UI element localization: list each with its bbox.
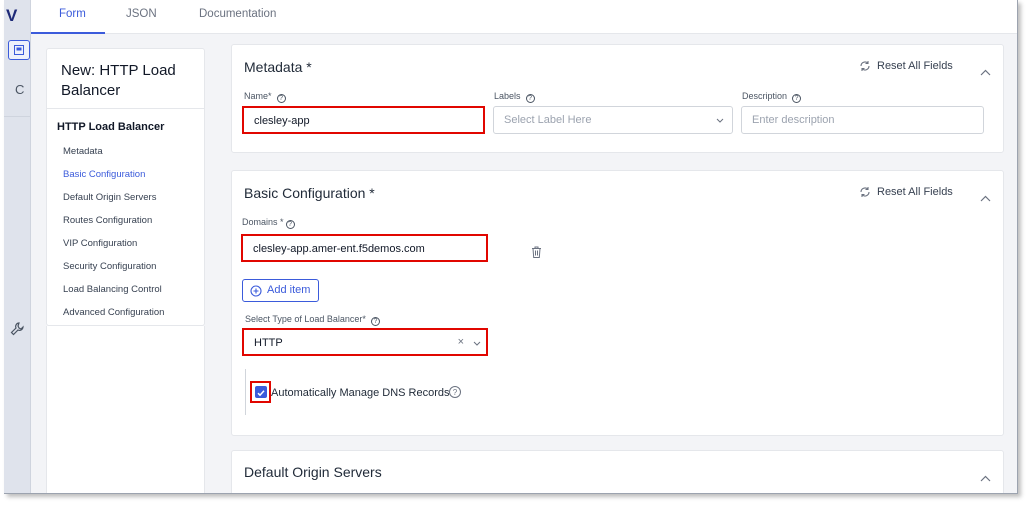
tab-form[interactable]: Form: [59, 8, 86, 20]
nav-item-basic-configuration[interactable]: Basic Configuration: [63, 169, 145, 180]
trash-icon[interactable]: [531, 245, 542, 263]
chevron-down-icon: [473, 341, 481, 346]
chevron-up-icon[interactable]: [980, 63, 991, 81]
reset-icon: [860, 61, 870, 71]
default-origin-servers-section: Default Origin Servers: [231, 450, 1004, 493]
reset-all-fields-button[interactable]: Reset All Fields: [860, 186, 953, 198]
description-label: Description?: [742, 91, 802, 103]
chevron-up-icon[interactable]: [980, 189, 991, 207]
nav-divider: [47, 108, 204, 109]
lb-type-value: HTTP: [254, 337, 283, 349]
nav-item-default-origin-servers[interactable]: Default Origin Servers: [63, 192, 156, 203]
plus-circle-icon: [250, 285, 262, 297]
basic-configuration-section: Basic Configuration * Reset All Fields D…: [231, 170, 1004, 436]
left-rail: V C: [4, 0, 31, 493]
nav-item-vip-configuration[interactable]: VIP Configuration: [63, 238, 137, 249]
window-icon: [14, 45, 24, 55]
add-item-label: Add item: [267, 284, 311, 296]
reset-icon: [860, 187, 870, 197]
labels-placeholder: Select Label Here: [504, 114, 592, 126]
tab-documentation[interactable]: Documentation: [199, 8, 276, 20]
metadata-section: Metadata * Reset All Fields Name*? clesl…: [231, 44, 1004, 153]
reset-all-fields-button[interactable]: Reset All Fields: [860, 60, 953, 72]
clear-icon[interactable]: ×: [458, 336, 464, 348]
active-tab-indicator: [31, 32, 105, 34]
section-title: Basic Configuration *: [244, 185, 375, 201]
lb-type-select[interactable]: HTTP ×: [242, 328, 488, 356]
domains-label: Domains *?: [242, 217, 295, 229]
group-divider: [245, 369, 246, 415]
tab-json[interactable]: JSON: [126, 8, 157, 20]
wrench-icon[interactable]: [10, 322, 24, 341]
dns-label[interactable]: Automatically Manage DNS Records: [271, 387, 450, 399]
help-icon: ?: [525, 94, 535, 103]
help-icon: ?: [285, 220, 295, 229]
section-title: Metadata *: [244, 59, 312, 75]
rail-home-button[interactable]: [8, 40, 30, 60]
nav-item-advanced-configuration[interactable]: Advanced Configuration: [63, 307, 164, 318]
section-title: Default Origin Servers: [244, 464, 382, 480]
help-icon: ?: [276, 94, 286, 103]
form-navigation: New: HTTP Load Balancer HTTP Load Balanc…: [46, 48, 205, 326]
chevron-down-icon: [716, 118, 724, 123]
page-title: New: HTTP Load Balancer: [61, 62, 176, 99]
chevron-up-icon[interactable]: [980, 469, 991, 487]
rail-item-letter[interactable]: C: [15, 82, 24, 97]
nav-section-title[interactable]: HTTP Load Balancer: [57, 121, 164, 133]
checkmark-icon: [255, 386, 267, 398]
rail-divider: [4, 116, 31, 117]
labels-label: Labels?: [494, 91, 535, 103]
nav-item-metadata[interactable]: Metadata: [63, 146, 103, 157]
nav-item-routes-configuration[interactable]: Routes Configuration: [63, 215, 152, 226]
nav-item-security-configuration[interactable]: Security Configuration: [63, 261, 156, 272]
sidebar-panel: [46, 326, 205, 493]
reset-label: Reset All Fields: [877, 60, 953, 72]
dns-checkbox[interactable]: [250, 381, 271, 403]
app-window: V C Form JSON Documentation New: HTTP Lo…: [4, 0, 1018, 494]
tab-bar: Form JSON Documentation: [31, 0, 1017, 34]
lb-type-label: Select Type of Load Balancer*?: [245, 314, 380, 326]
reset-label: Reset All Fields: [877, 186, 953, 198]
help-icon: ?: [370, 317, 380, 326]
nav-item-load-balancing-control[interactable]: Load Balancing Control: [63, 284, 162, 295]
name-field[interactable]: clesley-app: [242, 106, 485, 134]
help-icon[interactable]: ?: [449, 386, 461, 398]
labels-select[interactable]: Select Label Here: [493, 106, 733, 134]
domain-field[interactable]: clesley-app.amer-ent.f5demos.com: [241, 234, 488, 262]
name-label: Name*?: [244, 91, 286, 103]
help-icon: ?: [792, 94, 802, 103]
app-logo: V: [6, 6, 17, 25]
add-item-button[interactable]: Add item: [242, 279, 319, 302]
description-field[interactable]: Enter description: [741, 106, 984, 134]
